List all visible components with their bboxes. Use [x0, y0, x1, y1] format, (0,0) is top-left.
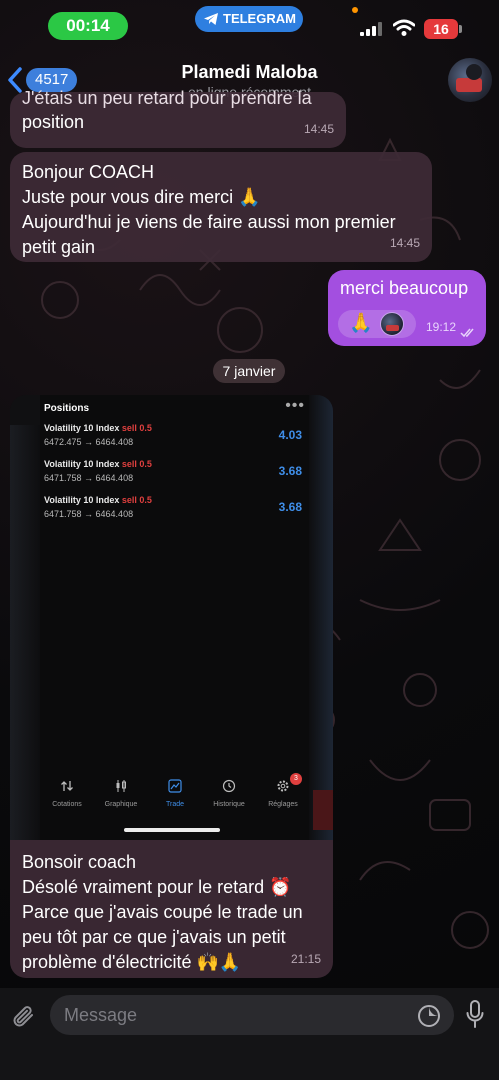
- position-profit: 4.03: [278, 428, 302, 442]
- message-incoming-1[interactable]: J'étais un peu retard pour prendre la po…: [10, 88, 346, 148]
- message-text-line: J'étais un peu retard pour prendre la: [22, 88, 312, 108]
- chat-title[interactable]: Plamedi Maloba: [0, 62, 499, 83]
- reactor-avatar: [380, 312, 404, 336]
- message-time: 14:45: [389, 236, 420, 250]
- message-text-line: merci beaucoup: [340, 278, 469, 298]
- position-side: sell 0.5: [121, 495, 152, 505]
- telegram-pill-label: TELEGRAM: [223, 11, 296, 26]
- nav-reglages: 3 Réglages: [256, 773, 310, 808]
- history-icon: [222, 779, 236, 793]
- nav-historique: Historique: [202, 779, 256, 808]
- settings-badge: 3: [290, 773, 302, 785]
- position-row: Volatility 10 Index sell 0.5 6472.475 → …: [44, 423, 306, 457]
- message-text-line: peu tôt par ce que j'avais un petit: [22, 927, 286, 947]
- position-symbol: Volatility 10 Index: [44, 423, 120, 433]
- message-text-line: position: [22, 112, 85, 132]
- message-text-line: problème d'électricité 🙌🙏: [22, 952, 242, 972]
- screenshot-title: Positions: [44, 403, 90, 414]
- message-reaction[interactable]: 🙏: [338, 310, 416, 338]
- battery-indicator: 16: [424, 19, 458, 39]
- position-row: Volatility 10 Index sell 0.5 6471.758 → …: [44, 459, 306, 493]
- battery-tip: [459, 25, 462, 33]
- contact-avatar[interactable]: [448, 58, 492, 102]
- position-price-range: 6472.475 → 6464.408: [44, 437, 134, 447]
- position-price-range: 6471.758 → 6464.408: [44, 509, 134, 519]
- cellular-signal-icon: [360, 22, 382, 36]
- message-text-line: Bonsoir coach: [22, 852, 137, 872]
- message-text-line: petit gain: [22, 237, 96, 257]
- position-profit: 3.68: [278, 500, 302, 514]
- message-text-line: Juste pour vous dire merci 🙏: [22, 187, 261, 207]
- read-checkmarks-icon: [460, 328, 474, 338]
- position-side: sell 0.5: [121, 423, 152, 433]
- message-input[interactable]: Message: [50, 995, 454, 1035]
- telegram-plane-icon: [204, 13, 218, 25]
- position-price-range: 6471.758 → 6464.408: [44, 473, 134, 483]
- more-icon: •••: [285, 397, 305, 414]
- message-time: 19:12: [425, 320, 456, 334]
- trade-chart-icon: [168, 779, 182, 793]
- date-separator: 7 janvier: [213, 359, 285, 383]
- nav-trade: Trade: [148, 779, 202, 808]
- wifi-icon: [393, 19, 415, 36]
- microphone-icon[interactable]: [466, 1000, 484, 1030]
- message-text-line: Bonjour COACH: [22, 162, 155, 182]
- status-bar: 00:14 TELEGRAM 16: [0, 0, 499, 50]
- screenshot-bottom-nav: Cotations Graphique Trade Historique 3 R…: [40, 773, 310, 819]
- message-text-line: Désolé vraiment pour le retard ⏰: [22, 877, 292, 897]
- message-incoming-2[interactable]: Bonjour COACH Juste pour vous dire merci…: [10, 152, 432, 262]
- privacy-indicator: [352, 7, 358, 13]
- telegram-pill[interactable]: TELEGRAM: [195, 6, 303, 32]
- message-outgoing[interactable]: merci beaucoup 🙏 19:12: [328, 270, 486, 346]
- message-caption[interactable]: Bonsoir coach Désolé vraiment pour le re…: [10, 840, 333, 978]
- message-composer: Message: [0, 988, 499, 1080]
- message-text-line: Parce que j'avais coupé le trade un: [22, 902, 303, 922]
- nav-graphique: Graphique: [94, 779, 148, 808]
- position-symbol: Volatility 10 Index: [44, 495, 120, 505]
- photo-attachment[interactable]: Positions ••• Volatility 10 Index sell 0…: [10, 395, 333, 840]
- position-row: Volatility 10 Index sell 0.5 6471.758 → …: [44, 495, 306, 529]
- candles-icon: [116, 780, 126, 792]
- paperclip-icon[interactable]: [12, 1003, 38, 1031]
- status-time: 00:14: [48, 12, 128, 40]
- sticker-icon[interactable]: [417, 1004, 441, 1028]
- message-time: 14:45: [303, 122, 334, 136]
- trading-app-screenshot: Positions ••• Volatility 10 Index sell 0…: [40, 395, 309, 840]
- gear-icon: [277, 780, 289, 792]
- message-time: 21:15: [290, 952, 321, 966]
- position-side: sell 0.5: [121, 459, 152, 469]
- message-text-line: Aujourd'hui je viens de faire aussi mon …: [22, 212, 396, 232]
- screenshot-home-indicator: [124, 828, 220, 832]
- position-profit: 3.68: [278, 464, 302, 478]
- quotes-icon: [61, 781, 73, 791]
- nav-cotations: Cotations: [40, 779, 94, 808]
- position-symbol: Volatility 10 Index: [44, 459, 120, 469]
- pray-reaction-emoji: 🙏: [349, 313, 373, 334]
